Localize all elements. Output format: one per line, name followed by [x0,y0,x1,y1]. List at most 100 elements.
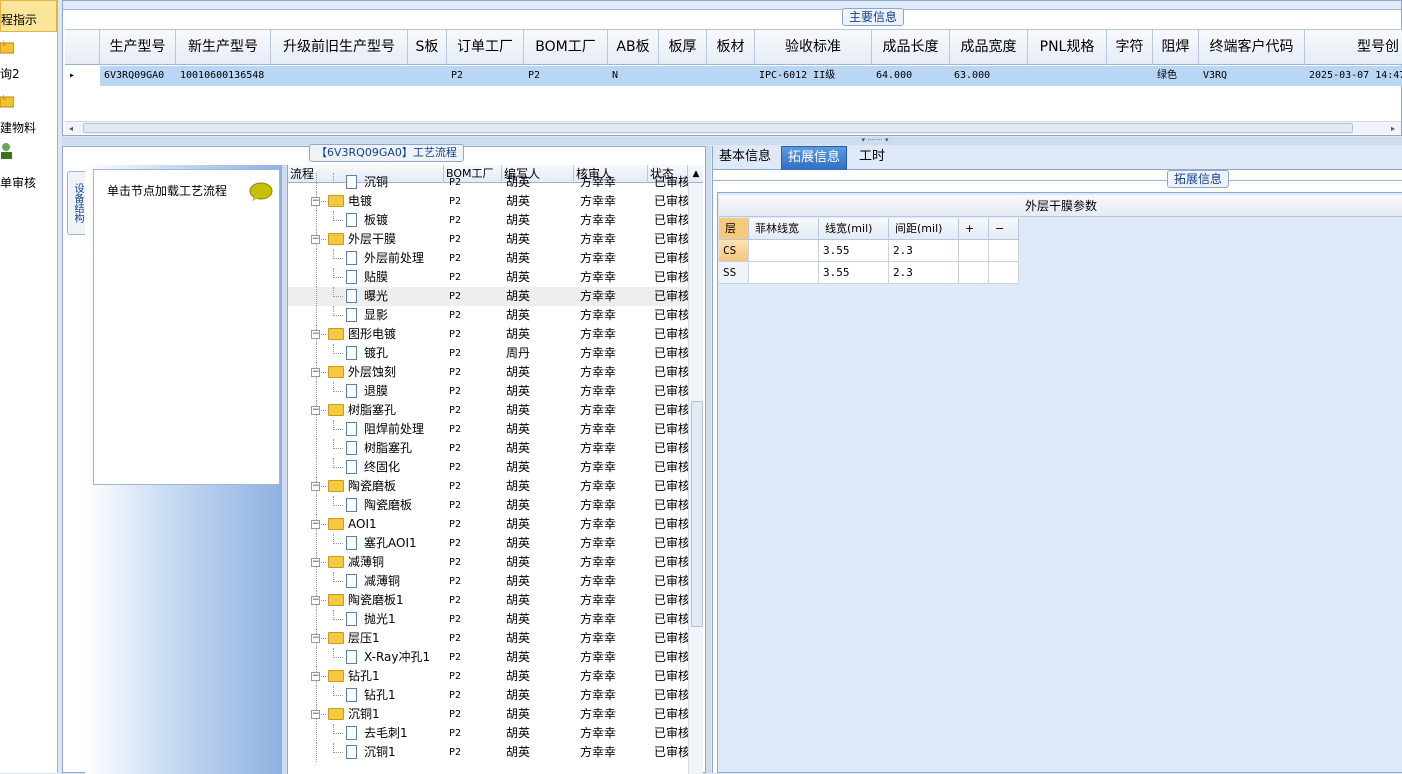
scroll-thumb[interactable] [83,123,1353,133]
vertical-splitter[interactable] [706,146,711,773]
col-header[interactable]: 订单工厂 [447,30,524,65]
col-header[interactable]: PNL规格 [1028,30,1107,65]
collapse-icon[interactable]: − [311,235,320,244]
tree-row[interactable]: 外层前处理 P2 胡英 方幸幸 已审核 [288,249,688,268]
col-header[interactable]: 层 [719,218,749,240]
tab-device-structure[interactable]: 设备结构 [67,171,87,235]
col-header[interactable]: 新生产型号 [176,30,271,65]
add-cell[interactable] [959,240,989,262]
scroll-left-icon[interactable]: ◂ [65,123,77,134]
tree-row[interactable]: − 陶瓷磨板1 P2 胡英 方幸幸 已审核 [288,591,688,610]
scroll-thumb[interactable] [691,401,703,627]
splitter-grip-icon[interactable]: ▾ ······· ▾ [840,137,910,144]
tree-row[interactable]: − 减薄铜 P2 胡英 方幸幸 已审核 [288,553,688,572]
tree-row[interactable]: − 树脂塞孔 P2 胡英 方幸幸 已审核 [288,401,688,420]
tree-row[interactable]: − 外层蚀刻 P2 胡英 方幸幸 已审核 [288,363,688,382]
col-header[interactable]: 线宽(mil) [819,218,889,240]
tab-basic-info[interactable]: 基本信息 [713,146,777,170]
tree-row[interactable]: 镀孔 P2 周丹 方幸幸 已审核 [288,344,688,363]
grid-corner[interactable] [65,30,100,65]
tree-row[interactable]: − 层压1 P2 胡英 方幸幸 已审核 [288,629,688,648]
tree-row[interactable]: 减薄铜 P2 胡英 方幸幸 已审核 [288,572,688,591]
collapse-icon[interactable]: − [311,330,320,339]
col-header[interactable]: 菲林线宽 [749,218,819,240]
horizontal-splitter[interactable]: ▾ ······· ▾ [62,137,1402,145]
line-width-cell[interactable]: 3.55 [819,240,889,262]
col-header[interactable]: 间距(mil) [889,218,959,240]
spacing-cell[interactable]: 2.3 [889,262,959,284]
collapse-icon[interactable]: − [311,520,320,529]
table-row[interactable]: ▸ 6V3RQ09GA0 10010600136548 P2 P2 N IPC-… [65,66,1402,86]
tree-row[interactable]: 退膜 P2 胡英 方幸幸 已审核 [288,382,688,401]
tree-row[interactable]: − 图形电镀 P2 胡英 方幸幸 已审核 [288,325,688,344]
scroll-up-icon[interactable]: ▲ [688,165,703,183]
remove-cell[interactable] [989,240,1019,262]
col-header[interactable]: 验收标准 [755,30,872,65]
collapse-icon[interactable]: − [311,634,320,643]
tree-row[interactable]: 去毛刺1 P2 胡英 方幸幸 已审核 [288,724,688,743]
add-cell[interactable] [959,262,989,284]
tree-row[interactable]: 沉铜1 P2 胡英 方幸幸 已审核 [288,743,688,762]
col-header[interactable]: AB板 [608,30,659,65]
tree-row[interactable]: − 沉铜1 P2 胡英 方幸幸 已审核 [288,705,688,724]
col-header[interactable]: 阻焊 [1153,30,1199,65]
nav-item-audit[interactable]: 单审核 [0,140,57,190]
col-header[interactable]: 板材 [707,30,755,65]
film-width-cell[interactable] [749,262,819,284]
tree-row[interactable]: X-Ray冲孔1 P2 胡英 方幸幸 已审核 [288,648,688,667]
layer-cell[interactable]: SS [719,262,749,284]
tree-row[interactable]: − 外层干膜 P2 胡英 方幸幸 已审核 [288,230,688,249]
tree-row[interactable]: 显影 P2 胡英 方幸幸 已审核 [288,306,688,325]
line-width-cell[interactable]: 3.55 [819,262,889,284]
col-header[interactable]: 升级前旧生产型号 [271,30,408,65]
tab-work-hours[interactable]: 工时 [853,146,891,170]
col-header[interactable]: BOM工厂 [524,30,608,65]
collapse-icon[interactable]: − [311,197,320,206]
remove-row-button[interactable]: − [989,218,1019,240]
tree-row[interactable]: − AOI1 P2 胡英 方幸幸 已审核 [288,515,688,534]
tree-row[interactable]: 陶瓷磨板 P2 胡英 方幸幸 已审核 [288,496,688,515]
tree-row[interactable]: 抛光1 P2 胡英 方幸幸 已审核 [288,610,688,629]
col-header[interactable]: S板 [408,30,447,65]
collapse-icon[interactable]: − [311,406,320,415]
tree-row[interactable]: − 陶瓷磨板 P2 胡英 方幸幸 已审核 [288,477,688,496]
collapse-icon[interactable]: − [311,558,320,567]
film-width-cell[interactable] [749,240,819,262]
nav-item-create-material[interactable]: 建物料 [0,90,57,138]
tree-row[interactable]: 阻焊前处理 P2 胡英 方幸幸 已审核 [288,420,688,439]
spacing-cell[interactable]: 2.3 [889,240,959,262]
col-header[interactable]: 成品宽度 [950,30,1028,65]
vertical-scrollbar[interactable] [688,183,703,774]
tree-row[interactable]: 贴膜 P2 胡英 方幸幸 已审核 [288,268,688,287]
collapse-icon[interactable]: − [311,672,320,681]
col-header[interactable]: 终端客户代码 [1199,30,1305,65]
collapse-icon[interactable]: − [311,596,320,605]
nav-item-guide[interactable]: 程指示 [0,0,57,32]
col-header[interactable]: 字符 [1107,30,1153,65]
nav-item-query2[interactable]: 询2 [0,36,57,81]
tree-node-label: X-Ray冲孔1 [364,650,431,664]
tree-row[interactable]: 沉铜 P2 胡英 方幸幸 已审核 [288,173,688,192]
tree-row[interactable]: 终固化 P2 胡英 方幸幸 已审核 [288,458,688,477]
tree-row[interactable]: − 电镀 P2 胡英 方幸幸 已审核 [288,192,688,211]
tree-row[interactable]: 板镀 P2 胡英 方幸幸 已审核 [288,211,688,230]
collapse-icon[interactable]: − [311,368,320,377]
remove-cell[interactable] [989,262,1019,284]
horizontal-scrollbar[interactable]: ◂ ▸ [65,121,1401,134]
tree-row[interactable]: 塞孔AOI1 P2 胡英 方幸幸 已审核 [288,534,688,553]
tree-row[interactable]: 树脂塞孔 P2 胡英 方幸幸 已审核 [288,439,688,458]
add-row-button[interactable]: + [959,218,989,240]
col-header[interactable]: 生产型号 [100,30,176,65]
tree-row[interactable]: 曝光 P2 胡英 方幸幸 已审核 [288,287,688,306]
col-header[interactable]: 型号创 [1305,30,1402,65]
tree-row[interactable]: 钻孔1 P2 胡英 方幸幸 已审核 [288,686,688,705]
collapse-icon[interactable]: − [311,710,320,719]
tree-row[interactable]: − 钻孔1 P2 胡英 方幸幸 已审核 [288,667,688,686]
col-header[interactable]: 成品长度 [872,30,950,65]
col-header[interactable]: 板厚 [659,30,707,65]
collapse-icon[interactable]: − [311,482,320,491]
layer-cell[interactable]: CS [719,240,749,262]
tab-extended-info[interactable]: 拓展信息 [781,146,848,170]
scroll-right-icon[interactable]: ▸ [1387,123,1399,134]
row-selector-icon[interactable]: ▸ [65,66,100,86]
